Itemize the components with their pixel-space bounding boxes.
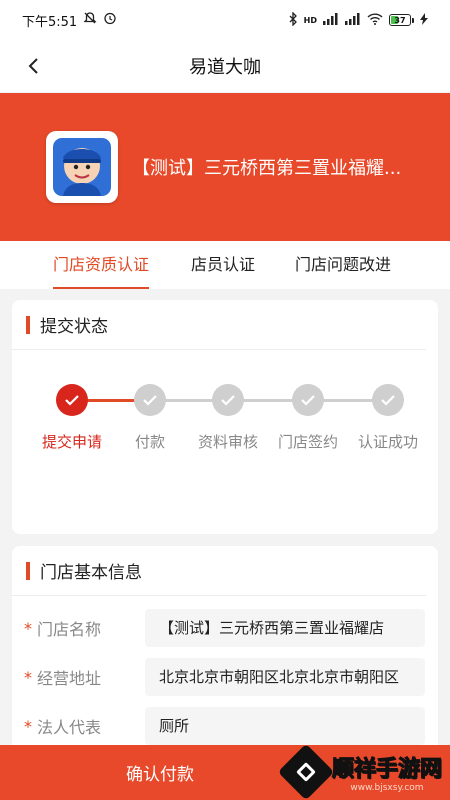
store-logo bbox=[46, 131, 118, 203]
address-row: * 经营地址 北京北京市朝阳区北京北京市朝阳区 bbox=[12, 657, 438, 697]
address-label: 经营地址 bbox=[37, 669, 102, 688]
step-store-signing: 门店签约 bbox=[268, 380, 348, 452]
step-5-circle bbox=[372, 384, 404, 416]
step-submit-application: 提交申请 bbox=[32, 380, 112, 452]
watermark-name: 顺祥手游网 bbox=[331, 757, 442, 783]
tab-bar: 门店资质认证 店员认证 门店问题改进 bbox=[0, 241, 450, 289]
bluetooth-icon bbox=[288, 10, 298, 29]
status-bar: 下午5:51 HD 37 bbox=[0, 0, 450, 40]
step-4-circle bbox=[292, 384, 324, 416]
store-name-label: 门店名称 bbox=[37, 620, 102, 639]
back-button[interactable] bbox=[20, 52, 48, 80]
signal-icon bbox=[323, 12, 339, 28]
check-icon bbox=[65, 395, 79, 406]
tab-store-issue-improvement[interactable]: 门店问题改进 bbox=[295, 241, 391, 289]
nav-bar: 易道大咖 bbox=[0, 40, 450, 92]
step-payment: 付款 bbox=[110, 380, 190, 452]
check-icon bbox=[143, 395, 157, 406]
chevron-left-icon bbox=[28, 58, 38, 74]
required-mark: * bbox=[24, 618, 32, 638]
address-field[interactable]: 北京北京市朝阳区北京北京市朝阳区 bbox=[145, 658, 425, 696]
battery-level: 37 bbox=[394, 15, 406, 25]
step-3-label: 资料审核 bbox=[197, 433, 258, 451]
network-type-label: HD bbox=[303, 15, 317, 25]
required-mark: * bbox=[24, 667, 32, 687]
step-certification-success: 认证成功 bbox=[348, 380, 428, 452]
step-5-label: 认证成功 bbox=[357, 433, 418, 451]
section-accent-bar bbox=[26, 315, 30, 334]
required-mark: * bbox=[24, 716, 32, 736]
wifi-icon bbox=[367, 12, 383, 28]
store-name-row: * 门店名称 【测试】三元桥西第三置业福耀店 bbox=[12, 608, 438, 648]
step-2-label: 付款 bbox=[134, 433, 165, 451]
store-banner: 【测试】三元桥西第三置业福耀... bbox=[0, 93, 450, 241]
store-info-header: 门店基本信息 bbox=[12, 546, 426, 596]
bottom-action-bar: 确认付款 顺祥手游网 www.bjsxsy.com bbox=[0, 743, 450, 800]
tab-staff-certification[interactable]: 店员认证 bbox=[191, 241, 255, 289]
store-info-title: 门店基本信息 bbox=[40, 563, 142, 583]
battery-icon: 37 bbox=[389, 14, 414, 26]
charging-icon bbox=[420, 12, 428, 28]
watermark: 顺祥手游网 www.bjsxsy.com bbox=[277, 743, 443, 800]
check-icon bbox=[381, 395, 395, 406]
step-document-review: 资料审核 bbox=[188, 380, 268, 452]
legal-rep-row: * 法人代表 厕所 bbox=[12, 706, 438, 746]
progress-steps: 提交申请 付款 资料审核 门店签约 认证成功 bbox=[12, 380, 438, 460]
store-name-field[interactable]: 【测试】三元桥西第三置业福耀店 bbox=[145, 609, 425, 647]
step-4-label: 门店签约 bbox=[277, 433, 338, 451]
step-3-circle bbox=[212, 384, 244, 416]
check-icon bbox=[221, 395, 235, 406]
watermark-url: www.bjsxsy.com bbox=[350, 783, 424, 793]
tab-store-qualification[interactable]: 门店资质认证 bbox=[53, 241, 150, 289]
step-1-label: 提交申请 bbox=[41, 433, 102, 451]
legal-rep-field[interactable]: 厕所 bbox=[145, 707, 425, 745]
section-accent-bar bbox=[26, 561, 30, 580]
step-1-circle bbox=[56, 384, 88, 416]
submit-status-header: 提交状态 bbox=[12, 300, 426, 350]
step-2-circle bbox=[134, 384, 166, 416]
check-icon bbox=[301, 395, 315, 406]
store-name: 【测试】三元桥西第三置业福耀... bbox=[132, 158, 402, 179]
submit-status-card: 提交状态 提交申请 付款 资料审核 门店签约 认证成功 bbox=[12, 300, 438, 534]
mute-icon bbox=[83, 11, 97, 29]
status-time: 下午5:51 bbox=[22, 14, 78, 30]
watermark-logo-icon bbox=[277, 743, 335, 800]
page-title: 易道大咖 bbox=[189, 57, 261, 78]
alarm-icon bbox=[103, 11, 117, 29]
signal-icon-2 bbox=[345, 12, 361, 28]
legal-rep-label: 法人代表 bbox=[37, 718, 102, 737]
submit-status-title: 提交状态 bbox=[40, 317, 108, 337]
